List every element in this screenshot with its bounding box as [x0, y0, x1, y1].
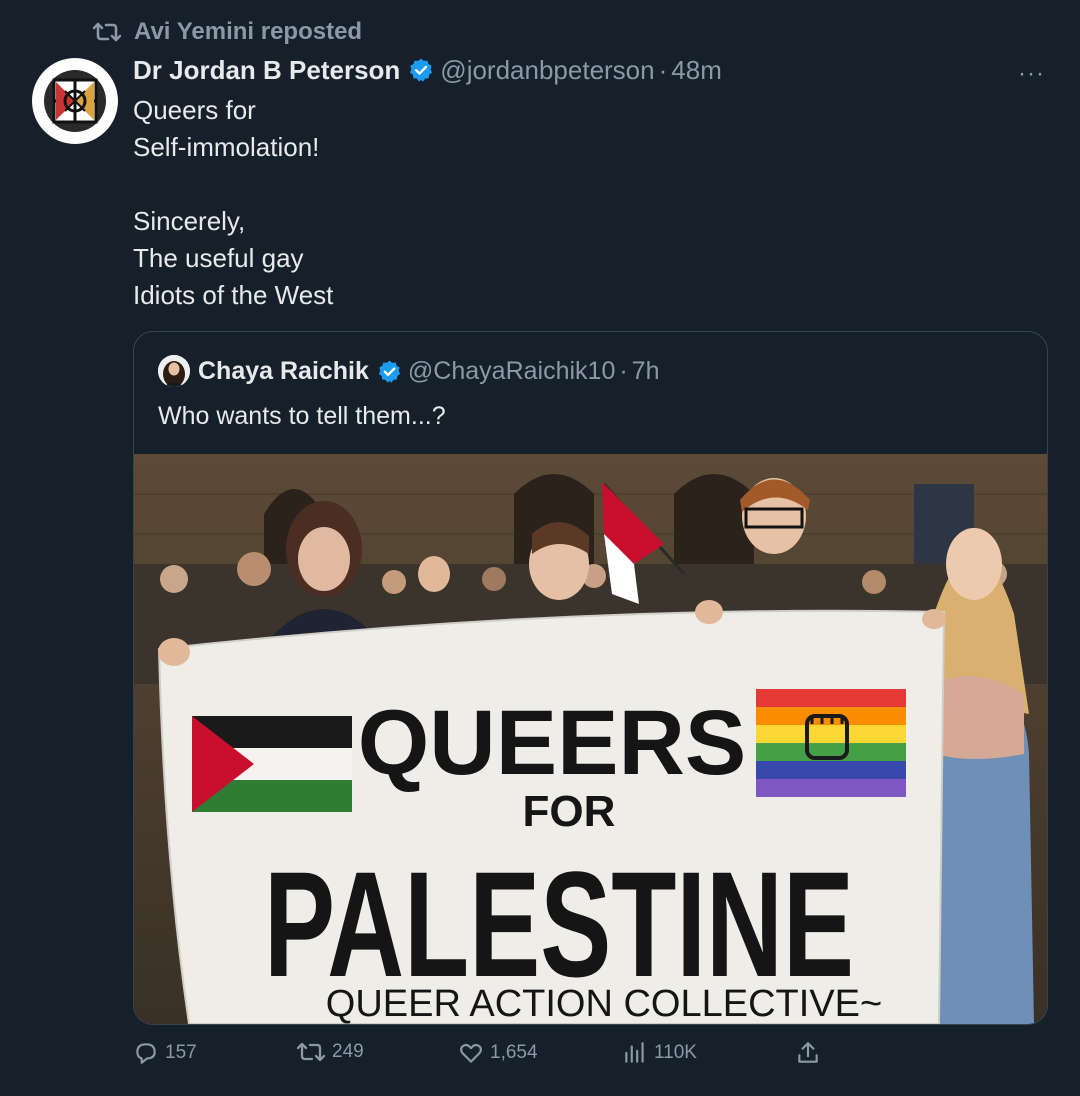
tweet-text: Queers for Self-immolation! Sincerely, T… — [133, 92, 333, 314]
avatar-logo-image — [44, 70, 106, 132]
author-handle[interactable]: @jordanbpeterson — [440, 55, 654, 86]
quoted-avatar[interactable] — [158, 355, 190, 387]
quoted-tweet-header: Chaya Raichik @ChayaRaichik10 · 7h — [158, 354, 659, 388]
quoted-tweet[interactable]: Chaya Raichik @ChayaRaichik10 · 7h Who w… — [133, 331, 1048, 1025]
repost-icon — [92, 22, 122, 42]
views-button[interactable]: 110K — [622, 1040, 697, 1066]
heart-icon — [460, 1043, 482, 1063]
tweet-line: Self-immolation! — [133, 132, 320, 162]
reply-button[interactable]: 157 — [133, 1040, 197, 1066]
reply-count: 157 — [165, 1042, 197, 1063]
separator-dot: · — [619, 356, 628, 385]
quoted-avatar-image — [158, 355, 190, 387]
repost-label: Avi Yemini reposted — [134, 18, 363, 45]
share-button[interactable] — [795, 1040, 827, 1066]
avatar[interactable] — [32, 58, 118, 144]
tweet-header: Dr Jordan B Peterson @jordanbpeterson · … — [133, 52, 722, 88]
tweet-line: Queers for — [133, 95, 256, 125]
repost-count: 249 — [332, 1041, 364, 1062]
views-count: 110K — [654, 1042, 697, 1063]
tweet-line: The useful gay — [133, 243, 304, 273]
verified-badge-icon — [408, 57, 434, 83]
verified-badge-icon — [377, 359, 402, 384]
like-count: 1,654 — [490, 1042, 538, 1063]
quoted-author-handle[interactable]: @ChayaRaichik10 — [408, 357, 615, 386]
tweet-line: Idiots of the West — [133, 280, 334, 310]
repost-header[interactable]: Avi Yemini reposted — [92, 16, 362, 48]
banner-line-1: QUEERS — [358, 692, 747, 794]
quoted-author-name[interactable]: Chaya Raichik — [198, 357, 369, 386]
tweet-actions: 157 249 1,654 110K — [0, 1040, 1080, 1072]
quoted-photo[interactable]: QUEERS FOR PALESTINE QUEER ACTION COLLEC… — [134, 454, 1047, 1024]
repost-button[interactable]: 249 — [296, 1040, 364, 1064]
separator-dot: · — [658, 54, 668, 85]
quoted-tweet-time[interactable]: 7h — [632, 357, 660, 386]
quoted-tweet-text: Who wants to tell them...? — [158, 402, 446, 430]
banner-line-4: QUEER ACTION COLLECTIVE~ — [326, 983, 882, 1024]
author-name[interactable]: Dr Jordan B Peterson — [133, 55, 400, 86]
more-options-icon[interactable]: ··· — [1018, 60, 1045, 88]
share-icon — [798, 1042, 818, 1063]
reply-icon — [136, 1043, 156, 1064]
rainbow-flag-icon — [756, 689, 906, 797]
analytics-icon — [625, 1042, 644, 1063]
repost-icon — [296, 1042, 326, 1062]
tweet-time[interactable]: 48m — [671, 55, 722, 86]
banner-line-2: FOR — [523, 787, 616, 836]
like-button[interactable]: 1,654 — [458, 1040, 538, 1066]
palestine-flag-icon — [192, 716, 352, 812]
tweet-line — [133, 166, 333, 203]
tweet-line: Sincerely, — [133, 206, 246, 236]
